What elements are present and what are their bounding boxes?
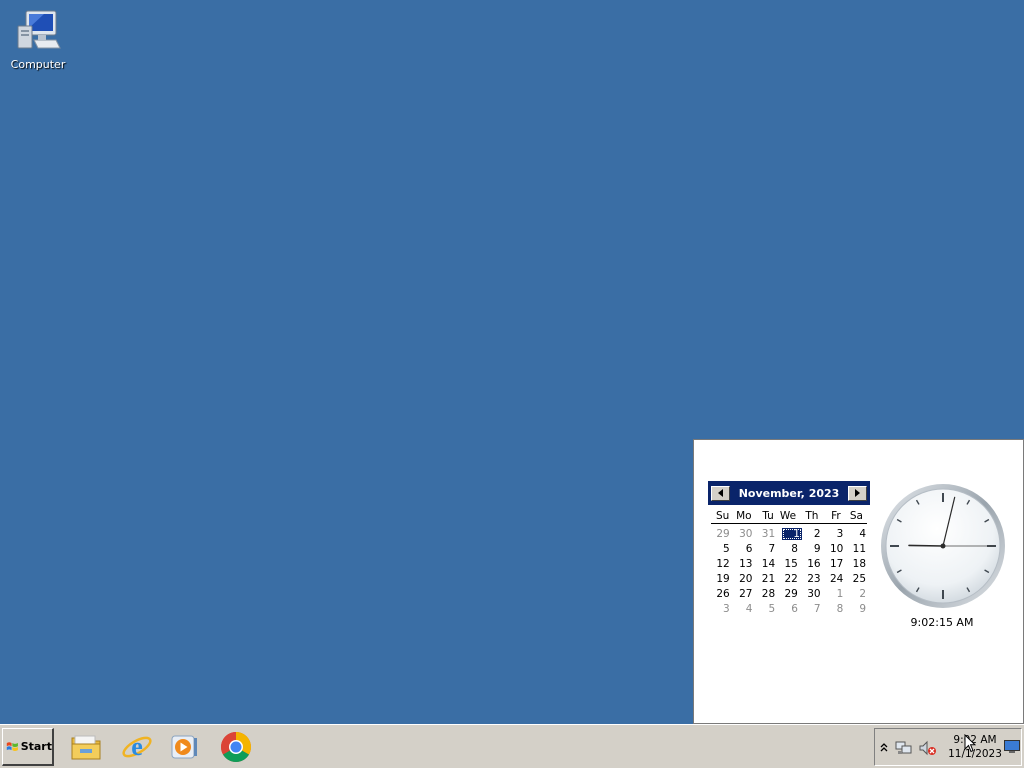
clock-center-pin	[940, 543, 946, 549]
volume-muted-icon	[919, 740, 936, 756]
calendar-day[interactable]: 30	[802, 588, 825, 600]
calendar-day[interactable]: 16	[802, 558, 825, 570]
calendar-day[interactable]: 15	[779, 558, 802, 570]
calendar-day[interactable]: 22	[779, 573, 802, 585]
calendar-day[interactable]: 27	[734, 588, 757, 600]
chevron-up-icon	[880, 743, 888, 752]
calendar-week-row: 3456789	[708, 601, 870, 616]
taskbar-internet-explorer[interactable]: e	[120, 730, 154, 764]
digital-time: 9:02:15 AM	[910, 616, 974, 629]
calendar-month-label[interactable]: November, 2023	[739, 487, 840, 500]
calendar-day[interactable]: 20	[734, 573, 757, 585]
day-header: Sa	[849, 510, 863, 522]
calendar-day[interactable]: 3	[825, 528, 848, 540]
show-desktop-button[interactable]	[1004, 739, 1020, 755]
arrow-left-icon	[718, 489, 723, 497]
calendar-week-row: 19 20 21 22 23 24 25	[708, 571, 870, 586]
computer-icon	[17, 10, 61, 49]
calendar-day[interactable]: 8	[825, 603, 848, 615]
mouse-cursor-icon	[964, 734, 976, 753]
calendar-day[interactable]: 26	[711, 588, 734, 600]
internet-explorer-icon: e	[122, 732, 152, 761]
calendar-day[interactable]: 9	[802, 543, 825, 555]
svg-text:e: e	[131, 732, 143, 761]
day-header: Su	[715, 510, 730, 522]
calendar-day[interactable]: 5	[756, 603, 779, 615]
calendar-week-row: 5 6 7 8 9 10 11	[708, 541, 870, 556]
next-month-button[interactable]	[848, 485, 867, 501]
calendar-week-row: 26 27 28 29 30 1 2	[708, 586, 870, 601]
taskbar: Start e 9:02 AM 11/1/2023	[0, 724, 1024, 768]
file-explorer-icon	[71, 735, 101, 760]
calendar-day[interactable]: 12	[711, 558, 734, 570]
calendar-day[interactable]: 2	[802, 528, 825, 540]
day-of-week-header: Su Mo Tu We Th Fr Sa	[711, 509, 867, 524]
hour-hand	[908, 544, 944, 547]
calendar-day[interactable]: 2	[847, 588, 870, 600]
volume-tray-button[interactable]	[919, 739, 937, 757]
media-player-icon	[171, 735, 197, 759]
calendar-day[interactable]: 4	[847, 528, 870, 540]
date-time-flyout: November, 2023 Su Mo Tu We Th Fr Sa 29 30 31 1 2 3 4…	[693, 439, 1024, 724]
calendar-day[interactable]: 5	[711, 543, 734, 555]
month-calendar: November, 2023 Su Mo Tu We Th Fr Sa 29 30 31 1 2 3 4…	[708, 481, 870, 616]
arrow-right-icon	[855, 489, 860, 497]
previous-month-button[interactable]	[711, 485, 730, 501]
calendar-day[interactable]: 21	[756, 573, 779, 585]
day-header: Mo	[736, 510, 752, 522]
day-header: We	[779, 510, 797, 522]
calendar-day[interactable]: 13	[734, 558, 757, 570]
calendar-day[interactable]: 29	[711, 528, 734, 540]
calendar-header: November, 2023	[708, 481, 870, 505]
show-hidden-icons-button[interactable]	[879, 740, 889, 754]
taskbar-media-player[interactable]	[167, 730, 201, 764]
calendar-day[interactable]: 14	[756, 558, 779, 570]
show-desktop-icon	[1004, 740, 1020, 753]
taskbar-file-explorer[interactable]	[69, 730, 103, 764]
calendar-day[interactable]: 17	[825, 558, 848, 570]
calendar-day[interactable]: 10	[825, 543, 848, 555]
calendar-day[interactable]: 1	[825, 588, 848, 600]
chrome-icon	[220, 732, 252, 763]
calendar-grid: Su Mo Tu We Th Fr Sa 29 30 31 1 2 3 4 5 6 7 8 9 10 11 12 13 14…	[708, 509, 870, 616]
calendar-day[interactable]: 9	[847, 603, 870, 615]
calendar-day[interactable]: 7	[756, 543, 779, 555]
taskbar-chrome[interactable]	[219, 730, 253, 764]
desktop-icon-computer[interactable]: Computer	[6, 8, 70, 71]
day-header: Fr	[831, 510, 841, 522]
network-icon	[895, 741, 912, 754]
calendar-day[interactable]: 29	[779, 588, 802, 600]
calendar-day[interactable]: 25	[847, 573, 870, 585]
calendar-day-selected[interactable]: 1	[782, 527, 802, 540]
calendar-day[interactable]: 4	[734, 603, 757, 615]
calendar-day[interactable]: 19	[711, 573, 734, 585]
day-header: Tu	[762, 510, 774, 522]
calendar-day[interactable]: 23	[802, 573, 825, 585]
day-header: Th	[805, 510, 819, 522]
windows-logo-icon	[6, 741, 18, 751]
start-button[interactable]: Start	[2, 728, 54, 766]
calendar-week-row: 29 30 31 1 2 3 4	[708, 526, 870, 541]
calendar-day[interactable]: 7	[802, 603, 825, 615]
start-label: Start	[20, 740, 52, 753]
calendar-day[interactable]: 30	[734, 528, 757, 540]
calendar-day[interactable]: 28	[756, 588, 779, 600]
calendar-day[interactable]: 6	[734, 543, 757, 555]
system-tray: 9:02 AM 11/1/2023	[874, 728, 1022, 766]
calendar-day[interactable]: 24	[825, 573, 848, 585]
calendar-day[interactable]: 18	[847, 558, 870, 570]
calendar-day[interactable]: 3	[711, 603, 734, 615]
calendar-day[interactable]: 6	[779, 603, 802, 615]
calendar-day[interactable]: 11	[847, 543, 870, 555]
analog-clock	[881, 484, 1005, 608]
calendar-day[interactable]: 8	[779, 543, 802, 555]
desktop-icon-label: Computer	[10, 58, 66, 71]
calendar-day[interactable]: 31	[756, 528, 779, 540]
calendar-week-row: 12 13 14 15 16 17 18	[708, 556, 870, 571]
network-tray-button[interactable]	[895, 739, 913, 757]
